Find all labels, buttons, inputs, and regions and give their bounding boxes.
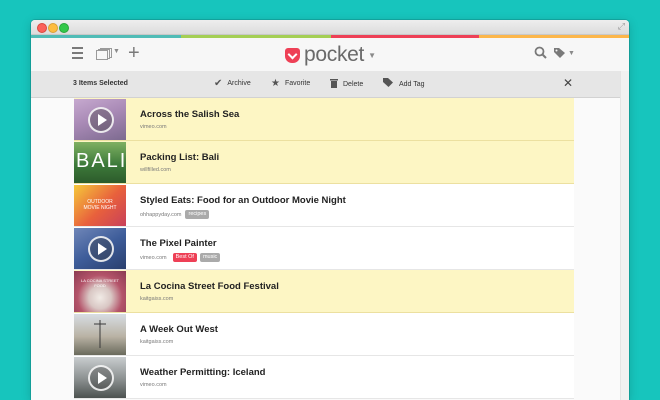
bulk-action-bar: 3 Items Selected ✔ Archive ★ Favorite De… (31, 71, 621, 98)
list-view-icon[interactable] (96, 48, 112, 60)
title-bar: ⤢ (31, 20, 629, 35)
thumbnail-text: OUTDOOR MOVIE NIGHT (83, 199, 117, 211)
toolbar: ▼ + pocket ▼ ▼ (31, 38, 629, 72)
item-domain: willfilled.com (140, 167, 171, 173)
archive-label: Archive (227, 80, 251, 87)
best-of-badge[interactable]: Best Of (172, 253, 197, 262)
scrollbar[interactable] (620, 71, 629, 400)
chevron-down-icon[interactable]: ▼ (568, 50, 575, 57)
thumbnail-text: BALI (76, 150, 126, 172)
item-domain: ohhappyday.com (140, 211, 182, 218)
item-title[interactable]: The Pixel Painter (140, 238, 217, 249)
favorite-button[interactable]: ★ Favorite (271, 78, 310, 89)
item-thumbnail (74, 228, 126, 269)
item-thumbnail (74, 314, 126, 355)
item-title[interactable]: Packing List: Bali (140, 152, 219, 163)
selection-count: 3 Items Selected (73, 80, 128, 87)
list-item[interactable]: Weather Permitting: Iceland vimeo.com (74, 356, 574, 399)
list-item[interactable]: OUTDOOR MOVIE NIGHT Styled Eats: Food fo… (74, 184, 574, 227)
item-domain: kaitgaiss.com (140, 339, 174, 345)
list-item[interactable]: The Pixel Painter vimeo.com Best Of musi… (74, 227, 574, 270)
star-icon: ★ (271, 78, 280, 89)
add-tag-label: Add Tag (399, 80, 425, 88)
search-icon[interactable] (533, 45, 549, 61)
tag-icon[interactable] (553, 47, 566, 62)
minimize-window-button[interactable] (48, 23, 58, 33)
trash-icon (330, 78, 338, 91)
add-tag-button[interactable]: Add Tag (383, 78, 425, 90)
play-icon (88, 107, 114, 133)
zoom-window-button[interactable] (59, 23, 69, 33)
logo-text: pocket (304, 43, 365, 66)
item-domain: vimeo.com (140, 124, 167, 130)
item-domain: vimeo.com (140, 382, 167, 388)
item-domain: kaitgaiss.com (140, 296, 174, 302)
list-item[interactable]: LA COCINA STREET FOOD La Cocina Street F… (74, 270, 574, 313)
tag-badge[interactable]: music (199, 253, 221, 262)
tag-icon (383, 78, 394, 90)
item-thumbnail: LA COCINA STREET FOOD (74, 271, 126, 312)
delete-label: Delete (343, 81, 364, 88)
item-thumbnail (74, 357, 126, 398)
thumbnail-text: LA COCINA STREET FOOD (80, 278, 119, 288)
chevron-down-icon: ▼ (368, 50, 376, 60)
fullscreen-icon[interactable]: ⤢ (618, 21, 625, 32)
close-icon[interactable]: ✕ (563, 76, 573, 90)
list-item[interactable]: Across the Salish Sea vimeo.com (74, 98, 574, 141)
list-item[interactable]: BALI Packing List: Bali willfilled.com (74, 141, 574, 184)
play-icon (88, 236, 114, 262)
pocket-logo[interactable]: pocket ▼ (285, 43, 376, 66)
tag-badge[interactable]: recipes (185, 210, 210, 219)
item-domain: vimeo.com (140, 254, 167, 261)
item-thumbnail: OUTDOOR MOVIE NIGHT (74, 185, 126, 226)
item-thumbnail: BALI (74, 142, 126, 183)
item-title[interactable]: A Week Out West (140, 324, 218, 335)
add-icon[interactable]: + (128, 41, 140, 65)
item-title[interactable]: Styled Eats: Food for an Outdoor Movie N… (140, 195, 346, 206)
close-window-button[interactable] (37, 23, 47, 33)
delete-button[interactable]: Delete (330, 78, 363, 91)
list-item[interactable]: A Week Out West kaitgaiss.com (74, 313, 574, 356)
menu-icon[interactable] (72, 47, 83, 62)
pocket-logo-icon (285, 47, 300, 63)
app-window: ⤢ ▼ + pocket ▼ ▼ 3 Items Selected ✔ Arch… (31, 20, 629, 400)
chevron-down-icon[interactable]: ▼ (113, 48, 120, 55)
item-title[interactable]: Weather Permitting: Iceland (140, 367, 265, 378)
play-icon (88, 365, 114, 391)
checkmark-icon: ✔ (214, 78, 223, 89)
item-thumbnail (74, 99, 126, 140)
favorite-label: Favorite (284, 80, 311, 87)
item-title[interactable]: La Cocina Street Food Festival (140, 281, 279, 292)
item-title[interactable]: Across the Salish Sea (140, 109, 239, 120)
archive-button[interactable]: ✔ Archive (214, 78, 251, 89)
item-list: Across the Salish Sea vimeo.com BALI Pac… (74, 98, 574, 399)
